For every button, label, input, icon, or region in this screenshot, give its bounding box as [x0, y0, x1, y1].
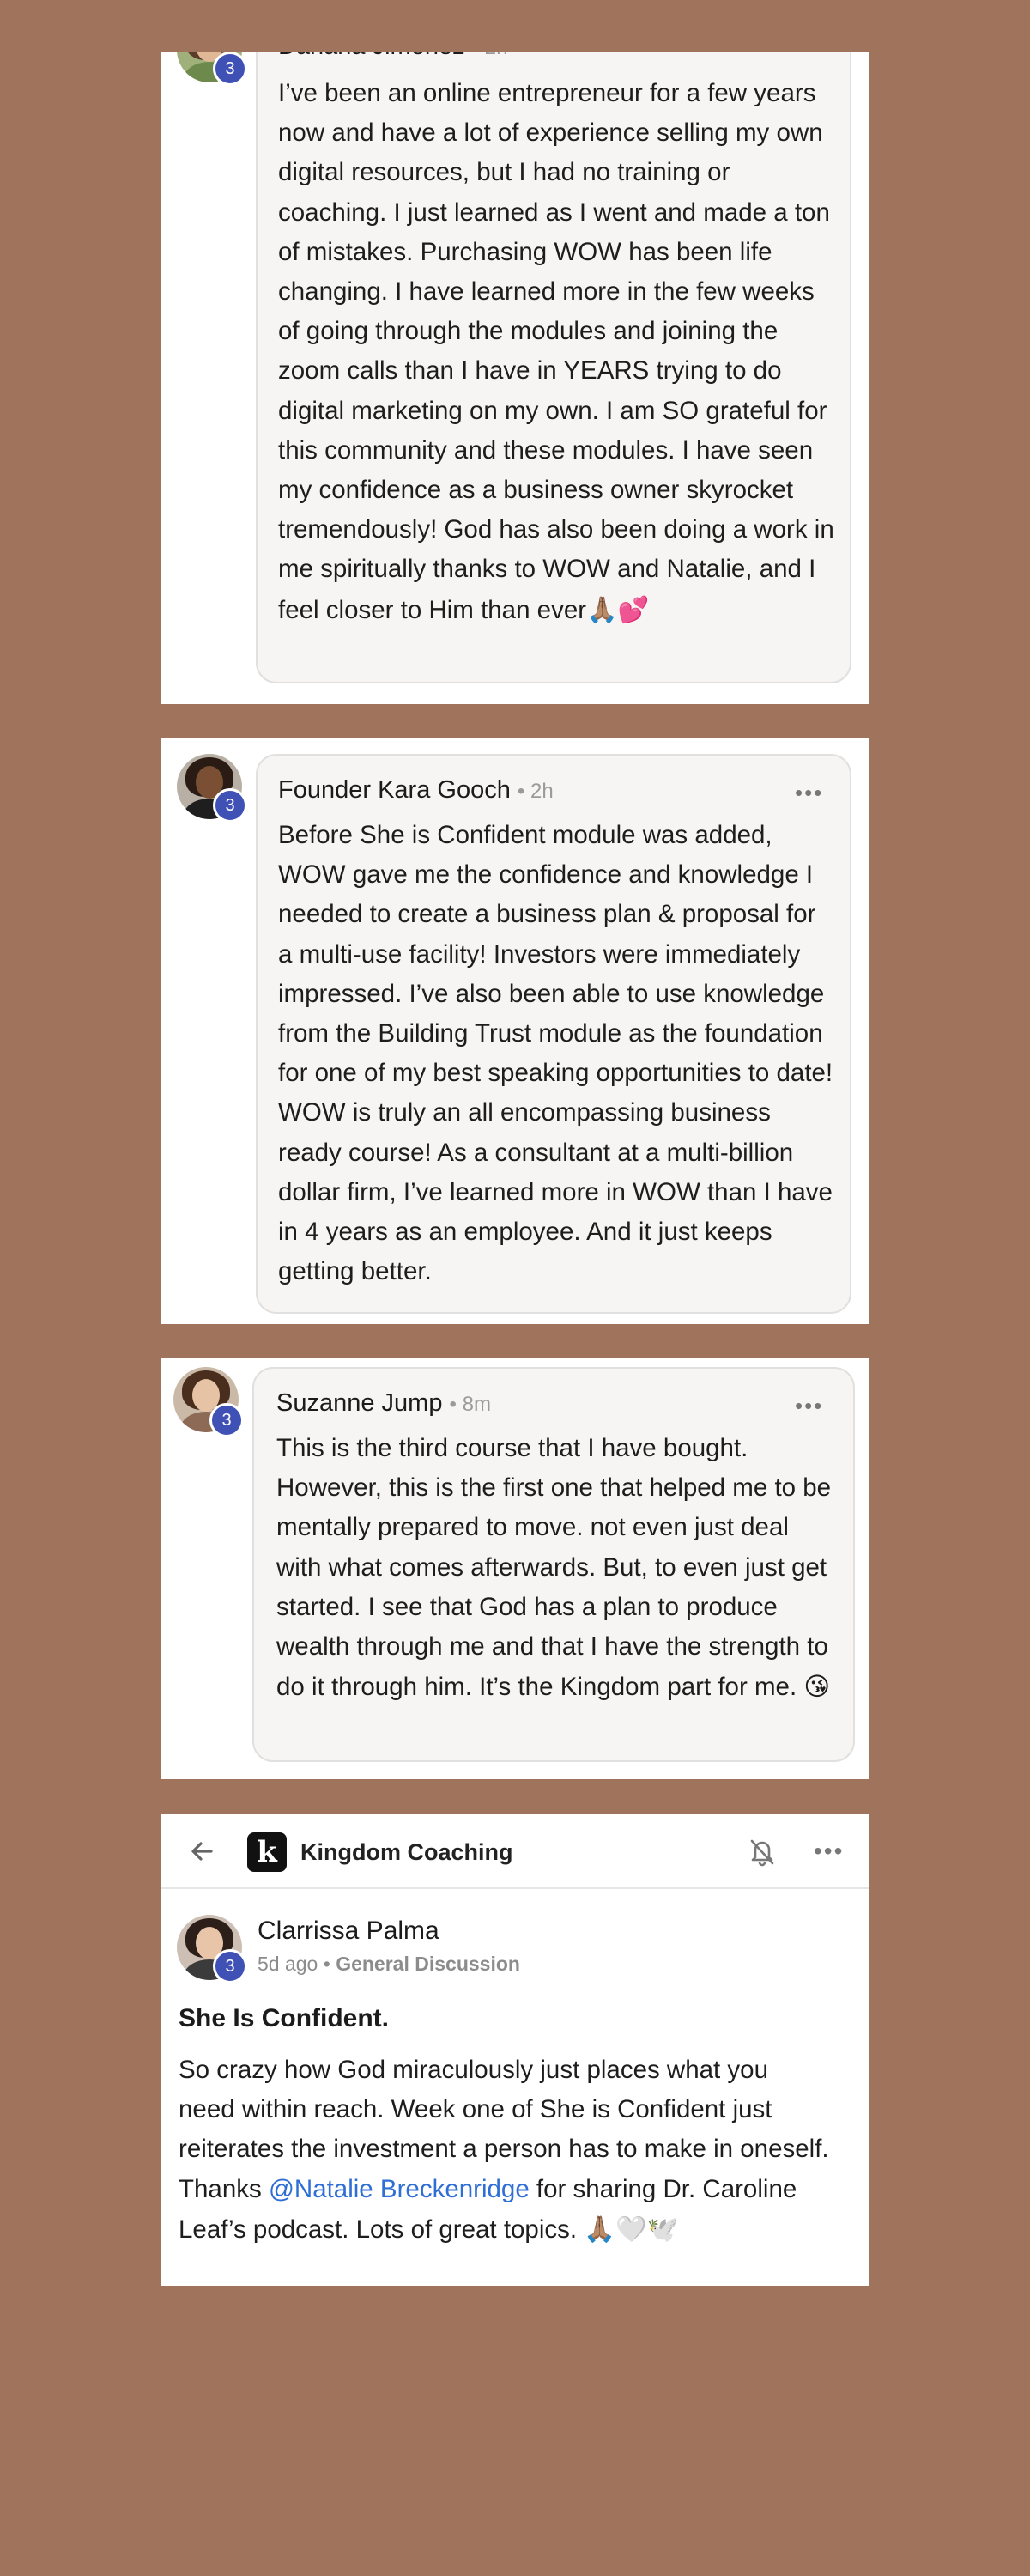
- level-badge: 3: [213, 788, 247, 823]
- comment-card-2: 3 Founder Kara Gooch • 2h ••• Before She…: [161, 738, 869, 1324]
- notifications-button[interactable]: [745, 1834, 779, 1868]
- comment-author[interactable]: Dariana Jimenez • 2h: [278, 52, 507, 61]
- post-meta: 5d ago • General Discussion: [258, 1953, 520, 1975]
- more-options-icon[interactable]: •••: [814, 1838, 844, 1865]
- post-title: She Is Confident.: [179, 2004, 390, 2032]
- mention-link[interactable]: @Natalie Breckenridge: [269, 2175, 530, 2203]
- comment-text: I’ve been an online entrepreneur for a f…: [278, 79, 834, 624]
- post-category[interactable]: General Discussion: [336, 1953, 520, 1975]
- comment-author[interactable]: Suzanne Jump • 8m: [276, 1389, 491, 1418]
- emoji: 🙏🏽🤍🕊️: [584, 2214, 679, 2244]
- level-badge: 3: [213, 1949, 247, 1984]
- arrow-left-icon: [191, 1842, 213, 1861]
- level-badge: 3: [209, 1403, 244, 1437]
- emoji: 😘: [803, 1672, 831, 1702]
- post-card: k Kingdom Coaching ••• 3 Clarrissa Palma…: [161, 1814, 869, 2286]
- comment-card-1: 3 Dariana Jimenez • 2h I’ve been an onli…: [161, 52, 869, 704]
- community-name[interactable]: Kingdom Coaching: [300, 1839, 512, 1866]
- bell-off-icon: [750, 1839, 774, 1867]
- community-logo[interactable]: k: [247, 1832, 287, 1872]
- comment-text: This is the third course that I have bou…: [276, 1434, 832, 1702]
- comment-author[interactable]: Founder Kara Gooch • 2h: [278, 776, 554, 805]
- comment-card-3: 3 Suzanne Jump • 8m ••• This is the thir…: [161, 1358, 869, 1779]
- level-badge: 3: [213, 52, 247, 86]
- back-button[interactable]: [185, 1834, 220, 1868]
- emoji: 🙏🏽💕: [586, 594, 650, 624]
- more-options-icon[interactable]: •••: [795, 1393, 823, 1419]
- post-author[interactable]: Clarrissa Palma: [258, 1917, 439, 1946]
- post-body: So crazy how God miraculously just place…: [179, 2056, 829, 2244]
- comment-text: Before She is Confident module was added…: [278, 821, 833, 1286]
- header-divider: [161, 1887, 869, 1889]
- more-options-icon[interactable]: •••: [795, 780, 823, 806]
